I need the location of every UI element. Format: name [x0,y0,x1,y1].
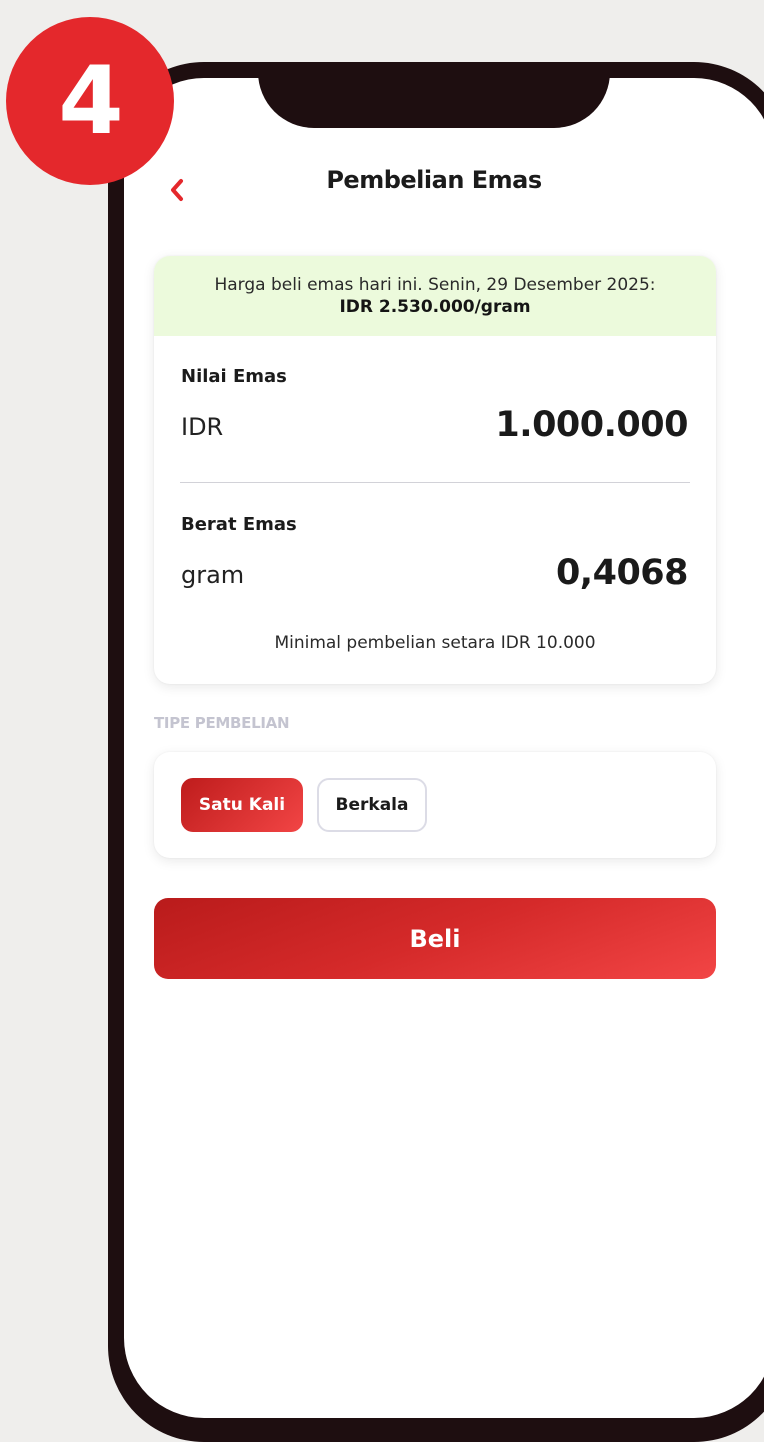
step-number-badge: 4 [6,17,174,185]
back-chevron-icon[interactable] [163,174,191,206]
page-title: Pembelian Emas [326,166,542,194]
gold-amount-card: Harga beli emas hari ini. Senin, 29 Dese… [154,256,716,684]
price-banner-value: IDR 2.530.000/gram [339,297,531,317]
gold-weight-unit: gram [181,561,245,589]
minimum-purchase-note: Minimal pembelian setara IDR 10.000 [274,633,596,653]
gold-weight-label: Berat Emas [181,514,297,535]
buy-button[interactable]: Beli [154,898,716,979]
price-banner-text: Harga beli emas hari ini. Senin, 29 Dese… [214,275,656,295]
price-banner: Harga beli emas hari ini. Senin, 29 Dese… [154,256,716,336]
purchase-type-once-chip[interactable]: Satu Kali [181,778,303,832]
gold-value-currency: IDR [181,413,224,441]
phone-notch [258,62,610,128]
purchase-type-section-label: TIPE PEMBELIAN [154,714,290,732]
purchase-type-card: Satu Kali Berkala [154,752,716,858]
gold-value-input[interactable]: 1.000.000 [495,405,688,445]
gold-value-label: Nilai Emas [181,366,287,387]
purchase-type-recurring-chip[interactable]: Berkala [317,778,427,832]
field-divider [180,482,690,483]
gold-weight-input[interactable]: 0,4068 [556,553,689,593]
